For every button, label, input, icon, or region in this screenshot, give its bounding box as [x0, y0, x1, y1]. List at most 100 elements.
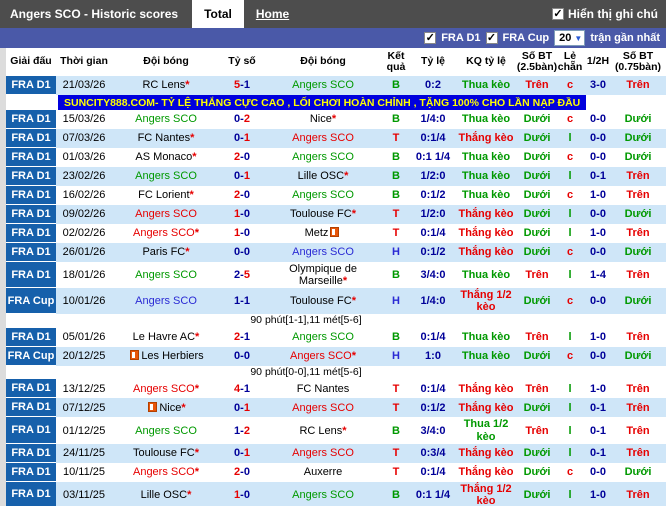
fra-cup-checkbox[interactable]: ✓	[485, 32, 498, 44]
half-time-score: 1-0	[590, 227, 606, 240]
right-team: Angers SCO	[264, 76, 382, 95]
team-name: Auxerre	[303, 466, 343, 479]
away-score: 1	[243, 331, 250, 344]
score: 0-1	[220, 167, 264, 186]
half-time-score: 0-0	[590, 466, 606, 479]
orange-card-icon	[130, 350, 140, 361]
away-score: 0	[243, 488, 250, 501]
left-team: Angers SCO*	[112, 379, 220, 398]
over-under-075: Dưới	[624, 132, 652, 145]
league-badge: FRA D1	[6, 262, 56, 289]
fra-d1-checkbox[interactable]: ✓	[424, 32, 437, 44]
match-note: 90 phút[1-1],11 mét[5-6]	[250, 314, 362, 327]
team-name: FC Nantes	[296, 382, 350, 395]
over-under-075: Trên	[626, 447, 650, 460]
odds-result: Thua kèo	[461, 331, 511, 344]
over-under-25: Trên	[525, 269, 549, 282]
odd-even: l	[568, 424, 572, 437]
odds-result: Thắng kèo	[458, 447, 514, 460]
over-under-075: Trên	[626, 79, 650, 92]
odd-even: l	[568, 382, 572, 395]
half-time-score: 0-1	[590, 424, 606, 437]
odds-result: Thắng kèo	[458, 466, 514, 479]
over-under-25: Trên	[525, 79, 549, 92]
home-team-star: *	[187, 488, 192, 501]
over-under-25: Trên	[525, 331, 549, 344]
note-row: 90 phút[0-0],11 mét[5-6]	[6, 365, 666, 380]
team-name: Angers SCO	[292, 447, 354, 460]
half-time-score: 1-0	[590, 488, 606, 501]
over-under-075: Trên	[626, 189, 650, 202]
score: 1-0	[220, 224, 264, 243]
half-time-score: 0-0	[590, 246, 606, 259]
odd-even: l	[568, 208, 572, 221]
home-team-star: *	[185, 79, 190, 92]
left-team: Angers SCO	[112, 110, 220, 129]
match-row: FRA Cup 10/01/26 Angers SCO 1-1 Toulouse FC*…	[6, 288, 666, 315]
left-team: FC Nantes*	[112, 129, 220, 148]
result-letter: T	[392, 466, 400, 479]
odds-result: Thua kèo	[461, 79, 511, 92]
match-row: FRA D1 10/11/25 Angers SCO* 2-0 Auxerre T 0:1/…	[6, 462, 666, 482]
column-header: Kết quả	[386, 49, 406, 73]
result-letter: T	[392, 132, 400, 145]
result-letter: B	[392, 488, 400, 501]
team-name: FC Nantes*	[137, 132, 195, 145]
half-time-score: 0-1	[590, 401, 606, 414]
odd-even: l	[568, 170, 572, 183]
match-date: 15/03/26	[62, 113, 106, 126]
score: 0-2	[220, 110, 264, 129]
match-date: 09/02/26	[62, 208, 106, 221]
match-date: 20/12/25	[62, 350, 106, 363]
column-header: KQ tỷ lệ	[466, 55, 506, 68]
match-date: 02/02/26	[62, 227, 106, 240]
left-team: AS Monaco*	[112, 148, 220, 167]
table-header-row: Giải đấu Thời gian Đội bóng Tỷ số Đội bóng Kế…	[6, 48, 666, 76]
team-name: Angers SCO*	[132, 382, 200, 395]
match-row: FRA D1 24/11/25 Toulouse FC* 0-1 Angers SCO T…	[6, 443, 666, 463]
match-date: 10/11/25	[62, 466, 105, 479]
over-under-075: Dưới	[624, 113, 652, 126]
odd-even: c	[566, 189, 574, 202]
team-name: Lille OSC*	[140, 488, 192, 501]
top-bar: Angers SCO - Historic scores Total Home …	[0, 0, 666, 28]
over-under-075: Dưới	[624, 466, 652, 479]
match-row: FRA D1 07/03/26 FC Nantes* 0-1 Angers SCO T 0:…	[6, 129, 666, 148]
handicap-odds: 0:1/4	[420, 466, 446, 479]
league-badge: FRA D1	[6, 76, 56, 95]
odd-even: l	[568, 401, 572, 414]
match-row: FRA D1 05/01/26 Le Havre AC* 2-1 Angers SCO B…	[6, 327, 666, 347]
match-count-select[interactable]: 20 ▼	[554, 30, 586, 46]
score: 2-0	[220, 186, 264, 205]
team-name: Olympique de Marseille*	[289, 263, 357, 288]
score: 2-0	[220, 148, 264, 167]
odd-even: c	[566, 295, 574, 308]
team-name: Angers SCO	[135, 208, 197, 221]
over-under-25: Trên	[525, 424, 549, 437]
handicap-odds: 0:1/4	[420, 227, 446, 240]
over-under-075: Trên	[626, 170, 650, 183]
result-letter: B	[392, 170, 400, 183]
tab-total[interactable]: Total	[192, 0, 244, 28]
handicap-odds: 0:3/4	[420, 447, 446, 460]
scores-table: Giải đấu Thời gian Đội bóng Tỷ số Đội bóng Kế…	[6, 48, 666, 506]
score: 0-1	[220, 129, 264, 148]
half-time-score: 0-1	[590, 447, 606, 460]
result-letter: T	[392, 382, 400, 395]
home-team-star: *	[181, 401, 186, 414]
away-score: 0	[243, 246, 250, 259]
column-header: Đội bóng	[143, 55, 189, 68]
tab-home[interactable]: Home	[244, 0, 301, 28]
score: 1-2	[220, 417, 264, 443]
away-score: 1	[243, 170, 250, 183]
team-name: Toulouse FC*	[289, 295, 357, 308]
show-notes-checkbox[interactable]: ✓	[552, 8, 564, 20]
left-team: RC Lens*	[112, 76, 220, 95]
match-row: FRA Cup 20/12/25 Les Herbiers 0-0 Angers SCO…	[6, 346, 666, 366]
over-under-25: Dưới	[523, 170, 551, 183]
over-under-25: Dưới	[523, 208, 551, 221]
promo-banner[interactable]: SUNCITY888.COM- TỶ LỆ THẮNG CỰC CAO , LỐ…	[58, 95, 587, 110]
result-letter: B	[392, 189, 400, 202]
left-team: FC Lorient*	[112, 186, 220, 205]
over-under-075: Trên	[626, 227, 650, 240]
